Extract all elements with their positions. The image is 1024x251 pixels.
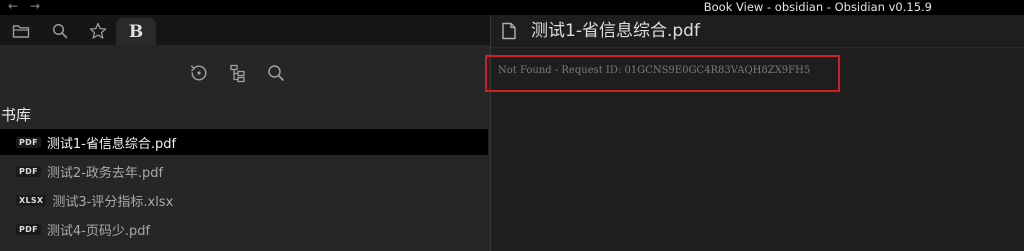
file-item[interactable]: PDF 测试1-省信息综合.pdf	[0, 129, 488, 155]
left-tab-bar: B	[0, 15, 490, 45]
file-type-badge: XLSX	[16, 194, 47, 206]
title-bar: ← → Book View - obsidian - Obsidian v0.1…	[0, 0, 1024, 15]
refresh-icon[interactable]	[187, 61, 211, 85]
window-title: Book View - obsidian - Obsidian v0.15.9	[703, 0, 932, 14]
error-message: Not Found - Request ID: 01GCNS9E0GC4R83V…	[498, 65, 811, 76]
document-title: 测试1-省信息综合.pdf	[531, 21, 700, 41]
file-type-badge: PDF	[16, 136, 41, 148]
file-name: 测试1-省信息综合.pdf	[46, 136, 177, 152]
file-item[interactable]: PDF 测试4-页码少.pdf	[0, 216, 488, 242]
library-toolbar	[0, 45, 490, 105]
book-view-tab[interactable]: B	[116, 18, 156, 45]
library-search-icon[interactable]	[264, 61, 288, 85]
folder-icon[interactable]	[10, 20, 32, 42]
book-view-icon: B	[128, 21, 144, 42]
library-heading: 书库	[1, 106, 32, 124]
search-icon[interactable]	[49, 20, 71, 42]
document-header: 测试1-省信息综合.pdf	[491, 15, 1024, 48]
file-type-badge: PDF	[16, 223, 41, 235]
left-pane: 书库 PDF 测试1-省信息综合.pdf PDF 测试2-政务去年.pdf XL…	[0, 45, 490, 251]
file-name: 测试4-页码少.pdf	[46, 223, 151, 239]
file-name: 测试3-评分指标.xlsx	[52, 194, 174, 210]
file-item[interactable]: XLSX 测试3-评分指标.xlsx	[0, 187, 488, 213]
back-arrow-icon[interactable]: ←	[8, 0, 18, 13]
tree-view-icon[interactable]	[226, 61, 250, 85]
document-icon	[502, 22, 516, 40]
file-name: 测试2-政务去年.pdf	[46, 165, 164, 181]
file-item[interactable]: PDF 测试2-政务去年.pdf	[0, 158, 488, 184]
star-icon[interactable]	[87, 20, 109, 42]
forward-arrow-icon[interactable]: →	[30, 0, 40, 13]
file-type-badge: PDF	[16, 165, 41, 177]
